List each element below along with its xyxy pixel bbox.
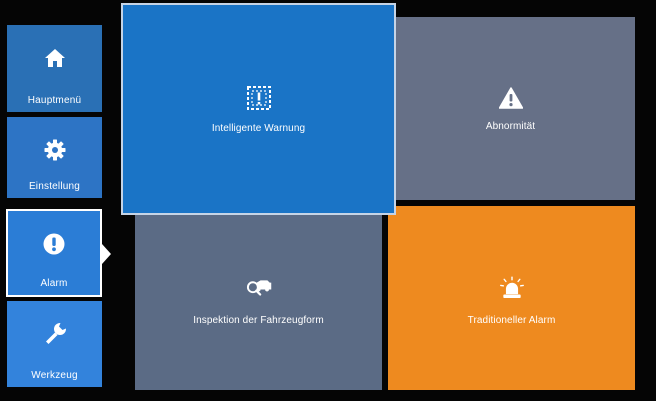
home-icon [42, 45, 68, 71]
sidebar-item-label: Werkzeug [31, 370, 78, 381]
dashed-warning-box-icon [246, 85, 272, 111]
alert-circle-icon [41, 231, 67, 257]
sidebar-item-settings[interactable]: Einstellung [7, 117, 102, 198]
sidebar-item-main-menu[interactable]: Hauptmenü [7, 25, 102, 112]
warning-triangle-icon [498, 85, 524, 111]
alarm-menu-screen: Hauptmenü Einstellung Alarm Werkzeug Abn… [0, 0, 656, 401]
tile-label: Traditioneller Alarm [467, 314, 556, 326]
wrench-icon [42, 321, 68, 347]
gear-icon [42, 137, 68, 163]
vehicle-search-icon [246, 275, 272, 301]
tile-label: Intelligente Warnung [211, 122, 306, 134]
siren-icon [499, 275, 525, 301]
smart-warning-tile[interactable]: Intelligente Warnung [121, 3, 396, 215]
sidebar-item-tools[interactable]: Werkzeug [7, 301, 102, 387]
vehicle-inspection-tile[interactable]: Inspektion der Fahrzeugform [135, 206, 382, 390]
traditional-alarm-tile[interactable]: Traditioneller Alarm [388, 206, 635, 390]
tile-label: Inspektion der Fahrzeugform [193, 314, 324, 326]
selection-pointer [102, 244, 111, 264]
sidebar-item-label: Hauptmenü [27, 95, 82, 106]
sidebar-item-alarm[interactable]: Alarm [6, 209, 102, 297]
abnormity-tile[interactable]: Abnormität [386, 17, 635, 200]
sidebar-item-label: Einstellung [28, 181, 81, 192]
tile-label: Abnormität [485, 121, 536, 132]
sidebar-item-label: Alarm [40, 278, 68, 289]
